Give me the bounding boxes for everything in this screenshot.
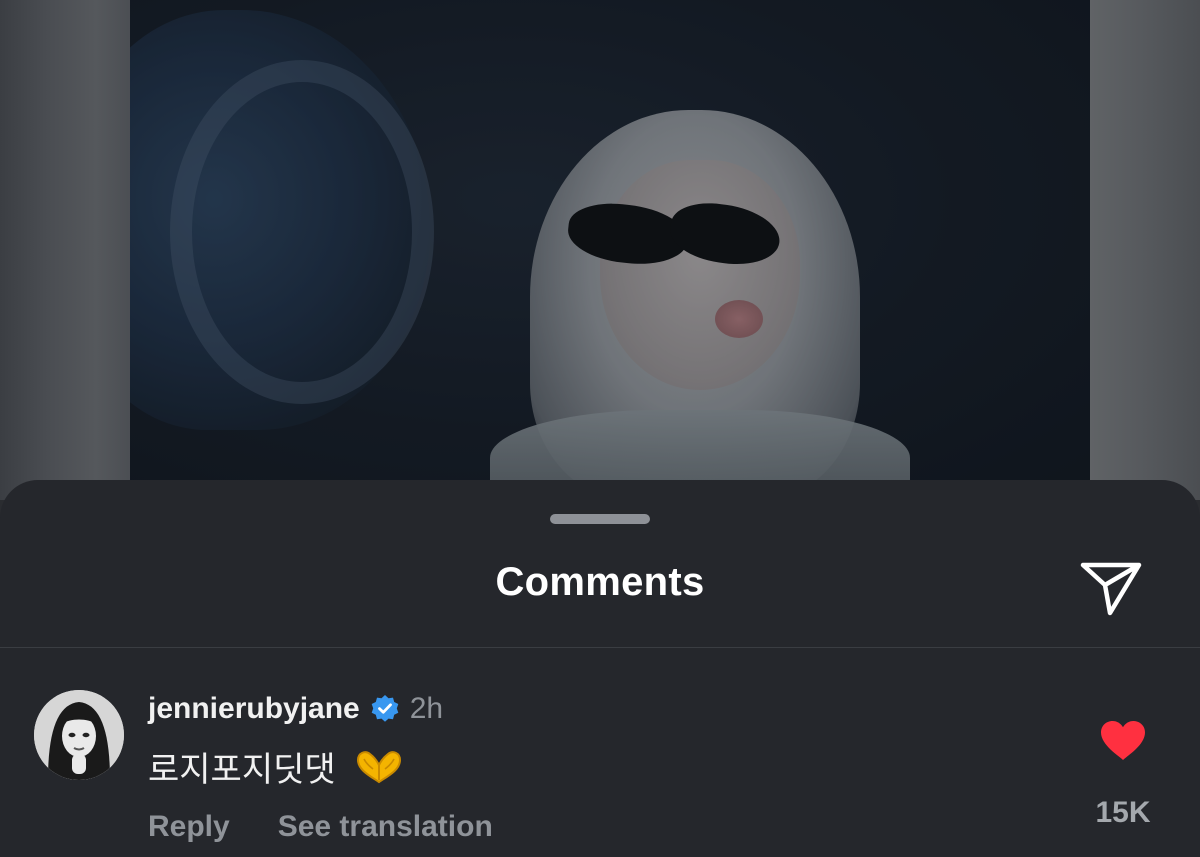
sheet-drag-handle[interactable] [550, 514, 650, 524]
avatar[interactable] [34, 690, 124, 780]
avatar-photo [34, 690, 124, 780]
sheet-header-divider [0, 647, 1200, 648]
comments-screen: Comments jennierubyjane 2h 로지포지딧댓 Reply … [0, 0, 1200, 857]
comment-actions: Reply See translation [148, 810, 493, 844]
verified-badge-icon [371, 695, 399, 722]
comments-sheet: Comments jennierubyjane 2h 로지포지딧댓 Reply … [0, 480, 1200, 857]
post-backdrop-edge [1090, 0, 1200, 500]
heart-filled-icon [1101, 721, 1145, 760]
comment-header: jennierubyjane 2h [148, 692, 443, 726]
sheet-title: Comments [495, 560, 705, 604]
share-button[interactable] [1076, 556, 1146, 620]
comment-timestamp: 2h [409, 692, 444, 725]
send-icon [1080, 562, 1142, 616]
like-count: 15K [1095, 796, 1151, 829]
see-translation-link[interactable]: See translation [278, 810, 493, 844]
like-button[interactable] [1092, 720, 1154, 762]
post-photo[interactable] [130, 0, 1090, 500]
comment-text: 로지포지딧댓 [148, 751, 336, 789]
comment-body: 로지포지딧댓 [148, 742, 404, 791]
comment-username[interactable]: jennierubyjane [148, 692, 360, 726]
reply-button[interactable]: Reply [148, 810, 230, 844]
photo-dim-overlay [130, 0, 1090, 500]
heart-hands-icon [356, 750, 401, 783]
